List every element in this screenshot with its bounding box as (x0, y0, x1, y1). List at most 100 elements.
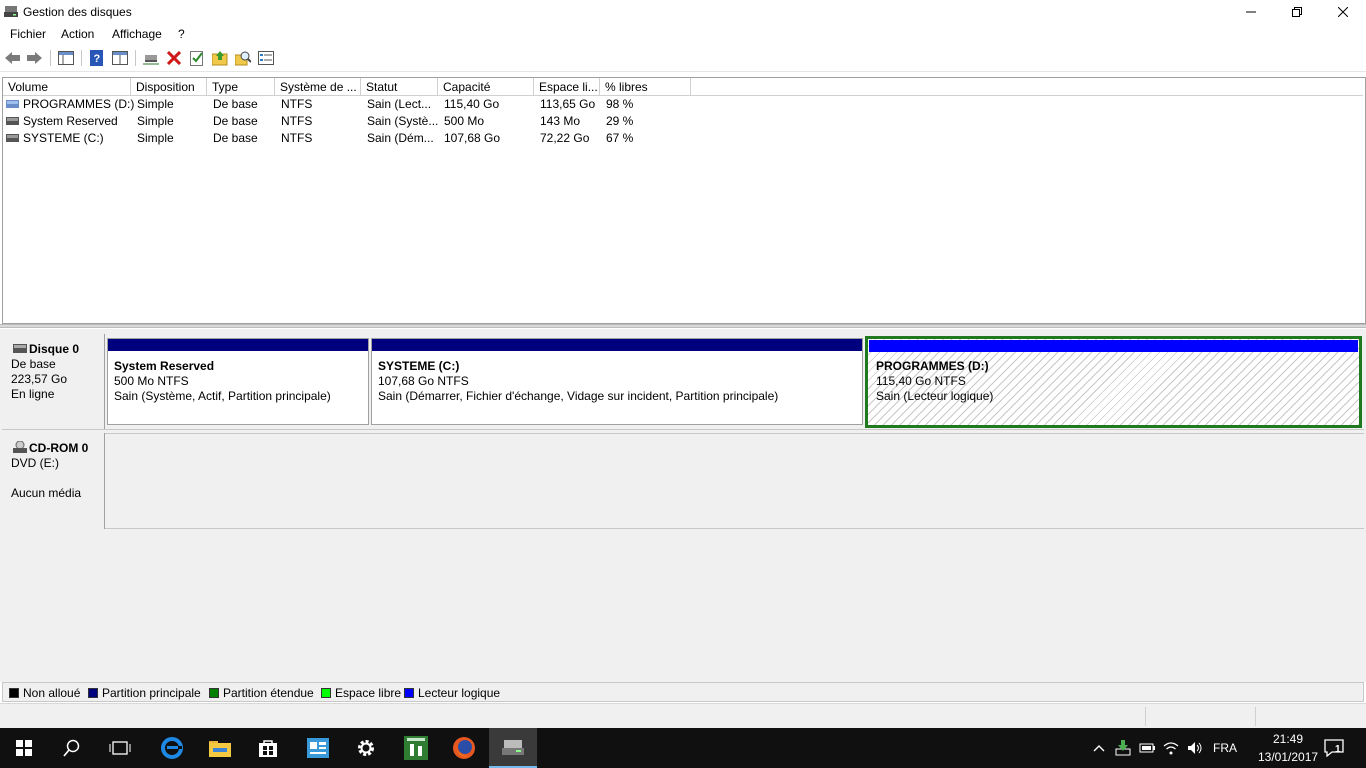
game-icon (404, 736, 428, 760)
col-filesystem[interactable]: Système de ... (275, 78, 361, 96)
folder-up-button[interactable] (211, 49, 229, 67)
partition-status: Sain (Lecteur logique) (876, 389, 994, 403)
legend-extended: Partition étendue (223, 686, 314, 700)
partition-systeme-c[interactable]: SYSTEME (C:) 107,68 Go NTFS Sain (Démarr… (371, 338, 863, 425)
legend-primary: Partition principale (102, 686, 201, 700)
legend-swatch-extended (209, 688, 219, 698)
cell-disposition: Simple (137, 131, 174, 145)
window-title: Gestion des disques (23, 5, 132, 19)
minimize-button[interactable] (1228, 0, 1274, 24)
connect-drive-button[interactable] (142, 49, 160, 67)
partition-name: SYSTEME (C:) (378, 359, 460, 373)
console-tree-icon (58, 51, 74, 65)
legend-swatch-logical (404, 688, 414, 698)
col-filler (691, 78, 1363, 96)
search-folder-icon (235, 51, 251, 66)
help-button[interactable]: ? (88, 49, 106, 67)
pane-splitter[interactable] (0, 324, 1366, 328)
disk-icon (13, 344, 27, 353)
edge-button[interactable] (148, 728, 196, 768)
col-type[interactable]: Type (207, 78, 275, 96)
cell-percent-free: 67 % (606, 131, 634, 145)
search-button[interactable] (48, 728, 96, 768)
game-button[interactable] (392, 728, 440, 768)
app-button[interactable] (294, 728, 342, 768)
console-tree-button[interactable] (57, 49, 75, 67)
status-divider (1145, 707, 1146, 726)
task-view-button[interactable] (96, 728, 144, 768)
download-tray-icon (1115, 740, 1131, 756)
action-center-button[interactable]: 1 (1322, 738, 1346, 758)
menu-bar: Fichier Action Affichage ? (0, 24, 1366, 44)
table-row[interactable]: System Reserved Simple De base NTFS Sain… (3, 113, 1363, 130)
restore-icon (1292, 7, 1302, 17)
cell-disposition: Simple (137, 114, 174, 128)
settings-list-button[interactable] (257, 49, 275, 67)
cdrom0-label[interactable]: CD-ROM 0 DVD (E:) Aucun média (2, 433, 105, 529)
partition-size: 107,68 Go NTFS (378, 374, 469, 388)
col-status[interactable]: Statut (361, 78, 438, 96)
menu-affichage[interactable]: Affichage (112, 27, 162, 41)
partition-size: 115,40 Go NTFS (876, 374, 966, 388)
cell-volume: PROGRAMMES (D:) (23, 97, 135, 111)
firefox-button[interactable] (440, 728, 488, 768)
menu-fichier[interactable]: Fichier (10, 27, 46, 41)
wifi-button[interactable] (1163, 740, 1179, 756)
file-explorer-button[interactable] (196, 728, 244, 768)
battery-button[interactable] (1139, 740, 1155, 756)
delete-button[interactable] (165, 49, 183, 67)
volume-drive-icon (6, 134, 19, 142)
col-capacity[interactable]: Capacité (438, 78, 534, 96)
partition-status: Sain (Démarrer, Fichier d'échange, Vidag… (378, 389, 779, 403)
disk-divider (2, 429, 1364, 430)
forward-arrow-icon (27, 52, 42, 64)
forward-button[interactable] (26, 49, 44, 67)
back-button[interactable] (4, 49, 22, 67)
table-row[interactable]: SYSTEME (C:) Simple De base NTFS Sain (D… (3, 130, 1363, 147)
back-arrow-icon (5, 52, 20, 64)
settings-button[interactable] (342, 728, 390, 768)
show-hidden-icons-button[interactable] (1091, 740, 1107, 756)
cell-capacity: 107,68 Go (444, 131, 501, 145)
table-row[interactable]: PROGRAMMES (D:) Simple De base NTFS Sain… (3, 96, 1363, 113)
cell-capacity: 500 Mo (444, 114, 485, 128)
store-button[interactable] (244, 728, 292, 768)
col-percent-free[interactable]: % libres (600, 78, 691, 96)
check-properties-button[interactable] (188, 49, 206, 67)
legend-swatch-unallocated (9, 688, 19, 698)
cell-volume: System Reserved (23, 114, 118, 128)
clock-date[interactable]: 13/01/2017 (1258, 750, 1318, 764)
legend-swatch-free (321, 688, 331, 698)
legend-logical: Lecteur logique (418, 686, 501, 700)
start-button[interactable] (0, 728, 48, 768)
disk-management-app-icon[interactable] (4, 5, 18, 18)
menu-help[interactable]: ? (178, 27, 185, 41)
firefox-icon (453, 737, 475, 759)
partition-color-bar (108, 339, 368, 351)
properties-view-icon (112, 51, 128, 65)
restore-button[interactable] (1274, 0, 1320, 24)
disk0-label[interactable]: Disque 0 De base 223,57 Go En ligne (2, 334, 105, 429)
clock-time[interactable]: 21:49 (1258, 732, 1318, 746)
col-disposition[interactable]: Disposition (131, 78, 207, 96)
partition-system-reserved[interactable]: System Reserved 500 Mo NTFS Sain (Systèm… (107, 338, 369, 425)
properties-view-button[interactable] (111, 49, 129, 67)
cell-status: Sain (Systè... (367, 114, 439, 128)
cell-disposition: Simple (137, 97, 174, 111)
col-free-space[interactable]: Espace li... (534, 78, 600, 96)
partition-programmes-d[interactable]: PROGRAMMES (D:) 115,40 Go NTFS Sain (Lec… (865, 336, 1362, 428)
volume-button[interactable] (1187, 740, 1203, 756)
col-volume[interactable]: Volume (3, 78, 131, 96)
cell-filesystem: NTFS (281, 114, 313, 128)
store-icon (259, 740, 277, 757)
cell-type: De base (213, 97, 258, 111)
cdrom0-drive: DVD (E:) (11, 456, 59, 470)
volume-drive-icon (6, 100, 19, 108)
menu-action[interactable]: Action (61, 27, 94, 41)
search-folder-button[interactable] (234, 49, 252, 67)
close-button[interactable] (1320, 0, 1366, 24)
tray-download-button[interactable] (1115, 740, 1131, 756)
disk-management-taskbar-button[interactable] (489, 728, 537, 768)
battery-icon (1139, 743, 1155, 753)
input-language[interactable]: FRA (1213, 741, 1237, 755)
